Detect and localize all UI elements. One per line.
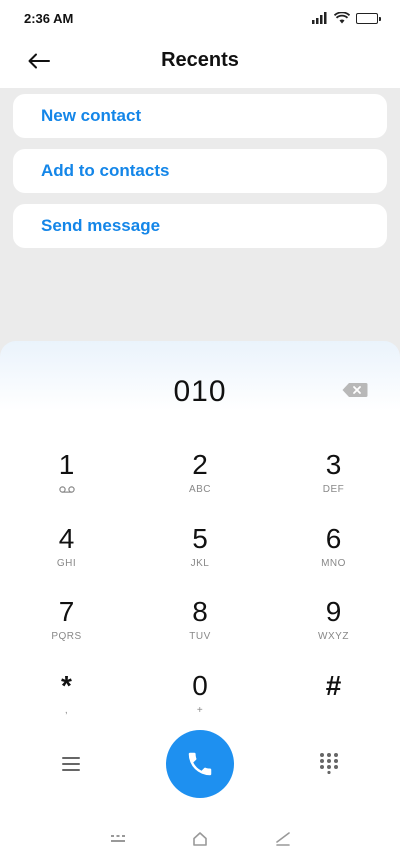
dialpad-icon[interactable] xyxy=(318,752,340,774)
status-bar: 2:36 AM xyxy=(0,0,400,36)
send-message-button[interactable]: Send message xyxy=(13,204,387,248)
nav-back-icon[interactable] xyxy=(275,832,291,846)
key-letters: WXYZ xyxy=(318,631,349,642)
key-letters: MNO xyxy=(321,557,346,569)
key-7[interactable]: 7 PQRS xyxy=(0,594,133,668)
app-header: Recents xyxy=(0,36,400,88)
key-2[interactable]: 2 ABC xyxy=(133,447,267,521)
phone-icon xyxy=(188,752,212,776)
key-letters: GHI xyxy=(56,557,77,569)
new-contact-label: New contact xyxy=(41,106,142,125)
page-title: Recents xyxy=(161,49,239,71)
key-digit: 0 xyxy=(192,669,208,701)
number-actions: New contact Add to contacts Send message xyxy=(13,94,387,259)
dialed-number[interactable]: 010 xyxy=(0,375,400,409)
status-time: 2:36 AM xyxy=(24,10,74,26)
key-letters: TUV xyxy=(189,631,211,642)
keypad: 1 2 ABC 3 DEF 4 GHI 5 JKL 6 MNO 7 PQRS 8… xyxy=(0,447,400,741)
menu-icon[interactable] xyxy=(58,753,84,775)
key-digit: 1 xyxy=(58,449,75,480)
key-8[interactable]: 8 TUV xyxy=(133,594,267,668)
key-digit: * xyxy=(61,669,72,701)
status-icons xyxy=(312,12,381,24)
voicemail-icon xyxy=(58,486,75,493)
recent-apps-icon[interactable] xyxy=(110,834,126,844)
key-3[interactable]: 3 DEF xyxy=(267,447,400,521)
system-nav-bar xyxy=(0,828,400,858)
key-digit: 6 xyxy=(325,522,342,554)
key-digit: 8 xyxy=(192,596,208,627)
key-hash[interactable]: # xyxy=(267,668,400,742)
key-5[interactable]: 5 JKL xyxy=(133,521,267,595)
key-6[interactable]: 6 MNO xyxy=(267,521,400,595)
backspace-icon[interactable] xyxy=(342,382,368,398)
key-letters: ABC xyxy=(188,484,212,495)
key-digit: 4 xyxy=(58,522,75,554)
key-digit: 7 xyxy=(58,596,75,627)
key-letters: , xyxy=(64,704,69,716)
signal-icon xyxy=(312,12,327,24)
key-digit: # xyxy=(325,669,342,701)
key-digit: 9 xyxy=(325,596,342,627)
key-digit: 5 xyxy=(192,522,208,554)
add-to-contacts-button[interactable]: Add to contacts xyxy=(13,149,387,193)
add-to-contacts-label: Add to contacts xyxy=(41,161,170,180)
battery-icon xyxy=(356,12,381,24)
key-letters: DEF xyxy=(322,484,345,495)
key-star[interactable]: * , xyxy=(0,668,133,742)
wifi-icon xyxy=(334,12,350,24)
key-9[interactable]: 9 WXYZ xyxy=(267,594,400,668)
call-button[interactable] xyxy=(166,730,234,798)
key-1[interactable]: 1 xyxy=(0,447,133,521)
key-letters: JKL xyxy=(190,557,210,569)
key-digit: 3 xyxy=(325,449,342,480)
send-message-label: Send message xyxy=(41,216,161,235)
key-digit: 2 xyxy=(192,449,208,480)
new-contact-button[interactable]: New contact xyxy=(13,94,387,138)
home-icon[interactable] xyxy=(192,831,208,847)
key-letters: PQRS xyxy=(51,631,82,642)
dialer-panel: 010 1 2 ABC 3 DEF 4 GHI 5 JKL 6 MNO 7 PQ… xyxy=(0,341,400,866)
key-letters: + xyxy=(196,704,204,716)
key-4[interactable]: 4 GHI xyxy=(0,521,133,595)
